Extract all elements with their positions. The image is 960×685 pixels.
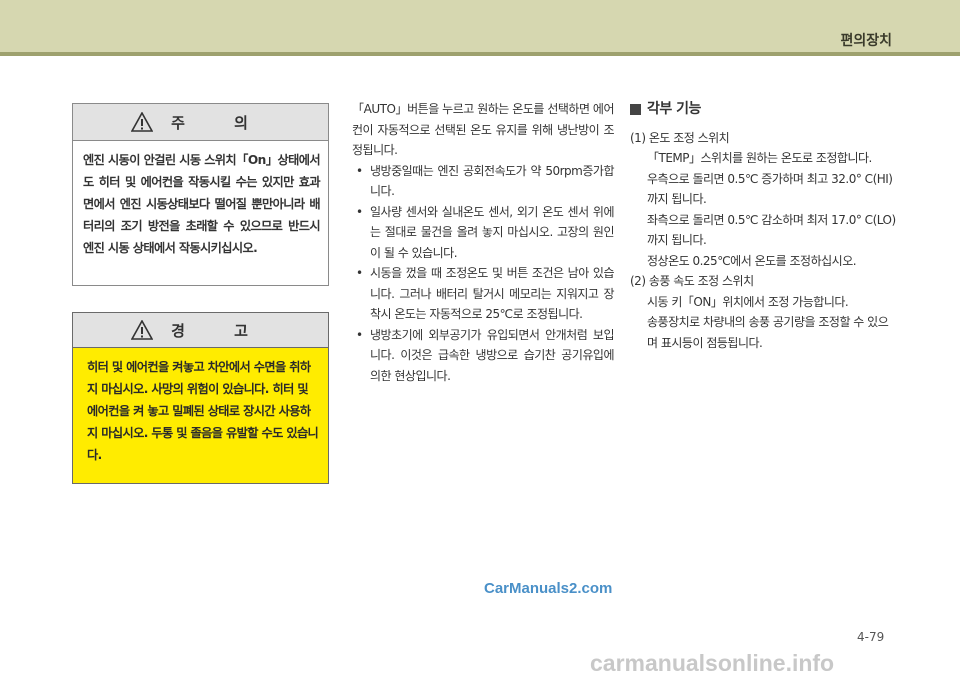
- header-divider: [0, 52, 960, 56]
- list-item: • 일사량 센서와 실내온도 센서, 외기 온도 센서 위에는 절대로 물건을 올…: [352, 202, 615, 264]
- caution-box: 주 의 엔진 시동이 안걸린 시동 스위치「On」상태에서도 히터 및 에어컨을…: [72, 103, 329, 286]
- temp-line: 정상온도 0.25℃에서 온도를 조정하십시오.: [647, 253, 857, 268]
- middle-column: 「AUTO」버튼을 누르고 원하는 온도를 선택하면 에어컨이 자동적으로 선택…: [352, 99, 615, 387]
- warning-triangle-icon: [131, 112, 154, 132]
- fan-line: 송풍장치로 차량내의 송풍 공기량을 조정할 수 있으며 표시등이 점등됩니다.: [647, 315, 889, 350]
- header-bar: [0, 0, 960, 52]
- notes-list: • 냉방중일때는 엔진 공회전속도가 약 50rpm증가합니다. • 일사량 센서와…: [352, 161, 615, 387]
- list-item-text: 냉방초기에 외부공기가 유입되면서 안개처럼 보입니다. 이것은 급속한 냉방으…: [370, 327, 615, 383]
- bullet-icon: •: [356, 163, 363, 178]
- functions-heading-text: 각부 기능: [647, 101, 701, 117]
- auto-intro: 「AUTO」버튼을 누르고 원하는 온도를 선택하면 에어컨이 자동적으로 선택…: [352, 102, 615, 157]
- temp-line: 우측으로 돌리면 0.5℃ 증가하며 최고 32.0° C(HI)까지 됩니다.: [647, 171, 893, 207]
- caution-title: 주 의: [171, 113, 270, 132]
- warning-text: 히터 및 에어컨을 켜놓고 차안에서 수면을 취하지 마십시오. 사망의 위험이…: [87, 360, 319, 462]
- warning-header: 경 고: [73, 313, 328, 348]
- fan-switch-title: (2) 송풍 속도 조정 스위치: [630, 274, 754, 288]
- right-column: 각부 기능 (1) 온도 조정 스위치 「TEMP」스위치를 원하는 온도로 조…: [630, 99, 898, 353]
- warning-triangle-icon: [131, 320, 154, 340]
- watermark-link[interactable]: CarManuals2.com: [484, 580, 612, 597]
- list-item: • 냉방중일때는 엔진 공회전속도가 약 50rpm증가합니다.: [352, 161, 615, 202]
- fan-line: 시동 키「ON」위치에서 조정 가능합니다.: [647, 294, 849, 309]
- section-title: 편의장치: [840, 33, 892, 49]
- warning-box: 경 고 히터 및 에어컨을 켜놓고 차안에서 수면을 취하지 마십시오. 사망의…: [72, 312, 329, 484]
- warning-title: 경 고: [171, 321, 270, 340]
- temp-switch-title: (1) 온도 조정 스위치: [630, 130, 730, 145]
- list-item: • 시동을 껐을 때 조정온도 및 버튼 조건은 남아 있습니다. 그러나 배터리…: [352, 263, 615, 325]
- bullet-icon: •: [356, 327, 363, 342]
- list-item-text: 냉방중일때는 엔진 공회전속도가 약 50rpm증가합니다.: [370, 163, 615, 199]
- page-number: 4-79: [857, 630, 885, 644]
- functions-heading: 각부 기능: [630, 99, 898, 120]
- list-item: • 냉방초기에 외부공기가 유입되면서 안개처럼 보입니다. 이것은 급속한 냉방…: [352, 325, 615, 387]
- list-item-text: 일사량 센서와 실내온도 센서, 외기 온도 센서 위에는 절대로 물건을 올려…: [370, 204, 615, 260]
- bullet-icon: •: [356, 204, 363, 219]
- caution-header: 주 의: [73, 104, 328, 141]
- list-item-text: 시동을 껐을 때 조정온도 및 버튼 조건은 남아 있습니다. 그러나 배터리 …: [370, 266, 615, 321]
- temp-line: 「TEMP」스위치를 원하는 온도로 조정합니다.: [647, 151, 872, 165]
- caution-text: 엔진 시동이 안걸린 시동 스위치「On」상태에서도 히터 및 에어컨을 작동시…: [83, 153, 321, 255]
- footer-logo: carmanualsonline.info: [590, 650, 835, 676]
- temp-line: 좌측으로 돌리면 0.5℃ 감소하며 최저 17.0° C(LO)까지 됩니다.: [647, 212, 896, 248]
- square-bullet-icon: [630, 103, 641, 115]
- bullet-icon: •: [356, 266, 363, 280]
